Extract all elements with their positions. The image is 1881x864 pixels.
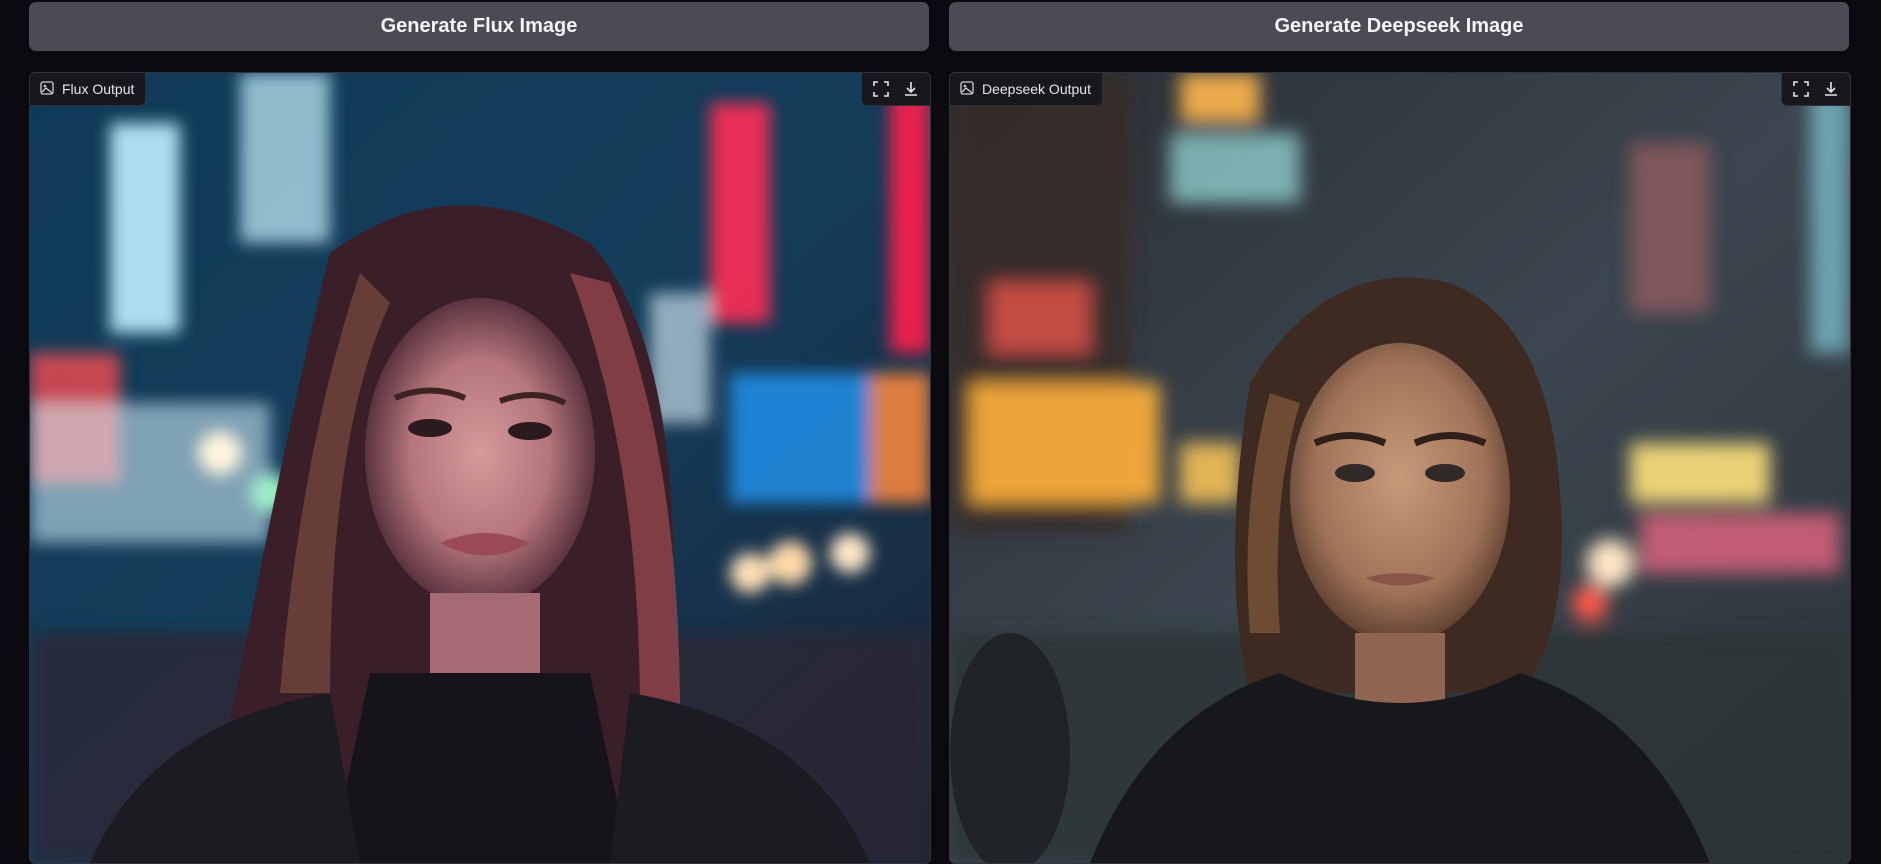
- deepseek-output-panel: Deepseek Output: [949, 72, 1851, 864]
- fullscreen-icon[interactable]: [868, 76, 894, 102]
- image-icon: [40, 80, 54, 98]
- flux-output-label-text: Flux Output: [62, 81, 135, 97]
- flux-output-panel: Flux Output: [29, 72, 931, 864]
- deepseek-output-label: Deepseek Output: [950, 73, 1103, 106]
- image-icon: [960, 80, 974, 98]
- download-icon[interactable]: [1818, 76, 1844, 102]
- generate-flux-button-label: Generate Flux Image: [380, 15, 578, 37]
- download-icon[interactable]: [898, 76, 924, 102]
- flux-output-label: Flux Output: [30, 73, 147, 106]
- deepseek-output-image: [950, 73, 1850, 863]
- flux-output-image: [30, 73, 930, 863]
- deepseek-output-toolbar: [1781, 73, 1850, 106]
- fullscreen-icon[interactable]: [1788, 76, 1814, 102]
- deepseek-output-label-text: Deepseek Output: [982, 81, 1091, 97]
- generate-deepseek-button[interactable]: Generate Deepseek Image: [949, 2, 1849, 51]
- flux-output-toolbar: [861, 73, 930, 106]
- generate-deepseek-button-label: Generate Deepseek Image: [1274, 15, 1524, 37]
- generate-flux-button[interactable]: Generate Flux Image: [29, 2, 929, 51]
